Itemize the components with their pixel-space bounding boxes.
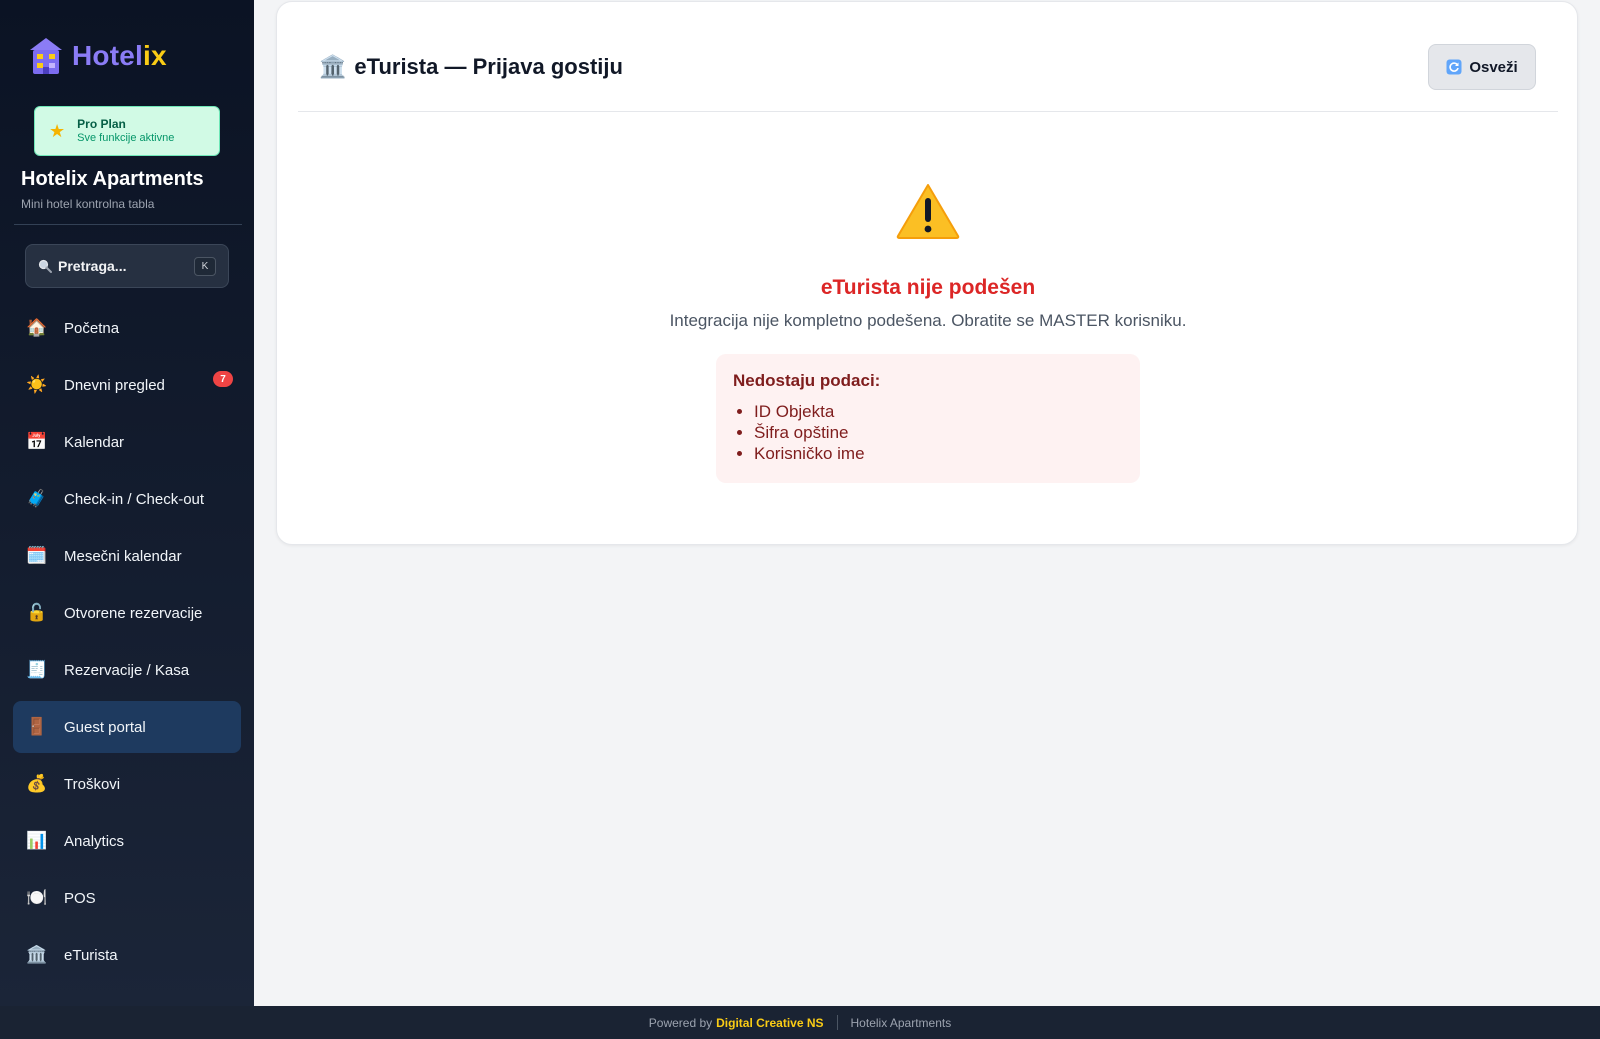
sidebar-item-kalendar[interactable]: 📅 Kalendar [13,416,241,468]
sun-icon: ☀️ [26,375,48,394]
sidebar-item-label: Check-in / Check-out [64,490,205,508]
sidebar-item-dnevni-pregled[interactable]: ☀️ Dnevni pregled [13,359,241,411]
classical-building-icon: 🏛️ [319,54,347,79]
refresh-label: Osveži [1469,58,1518,76]
door-icon: 🚪 [26,717,48,736]
calendar-icon: 📅 [26,432,48,451]
footer-company-link[interactable]: Digital Creative NS [716,1016,823,1030]
sidebar-item-mesecni-kalendar[interactable]: 🗓️ Mesečni kalendar [13,530,241,582]
sidebar-item-label: eTurista [64,946,118,964]
plan-card[interactable]: ★ Pro Plan Sve funkcije aktivne [34,106,220,156]
list-item: Korisničko ime [754,443,1140,464]
error-description: Integracija nije kompletno podešena. Obr… [669,311,1187,330]
sidebar-item-pos[interactable]: 🍽️ POS [13,872,241,924]
sidebar-item-label: Analytics [64,832,125,850]
error-title: eTurista nije podešen [820,276,1036,299]
notification-badge: 7 [213,371,233,387]
sidebar-item-otvorene-rezervacije[interactable]: 🔓 Otvorene rezervacije [13,587,241,639]
sidebar-item-pocetna[interactable]: 🏠 Početna [13,302,241,354]
main-card: 🏛️ eTurista — Prijava gostiju Osveži eTu… [276,1,1578,545]
warning-icon [896,184,960,239]
unlock-icon: 🔓 [26,603,48,622]
refresh-button[interactable]: Osveži [1428,44,1536,90]
sidebar-item-label: Otvorene rezervacije [64,604,203,622]
header-divider [298,111,1558,112]
sidebar-divider [14,224,242,225]
refresh-icon [1446,59,1462,75]
sidebar-item-rezervacije-kasa[interactable]: 🧾 Rezervacije / Kasa [13,644,241,696]
search-label: Pretraga... [58,258,127,274]
missing-data-list: ID Objekta Šifra opštine Korisničko ime [733,401,1140,464]
sidebar-nav: 🏠 Početna ☀️ Dnevni pregled 📅 Kalendar 🧳… [13,302,241,986]
footer: Powered by Digital Creative NS Hotelix A… [0,1006,1600,1039]
brand-logo[interactable]: Hotelix [28,36,167,76]
star-icon: ★ [49,120,66,141]
sidebar-item-troskovi[interactable]: 💰 Troškovi [13,758,241,810]
sidebar: Hotelix ★ Pro Plan Sve funkcije aktivne … [0,0,254,1006]
sidebar-item-label: POS [64,889,96,907]
sidebar-item-label: Dnevni pregled [64,376,165,394]
sidebar-item-label: Mesečni kalendar [64,547,182,565]
sidebar-item-analytics[interactable]: 📊 Analytics [13,815,241,867]
footer-app-name: Hotelix Apartments [850,1015,952,1030]
bar-chart-icon: 📊 [26,831,48,850]
sidebar-item-label: Troškovi [64,775,121,793]
page-title-text: eTurista — Prijava gostiju [354,54,623,79]
classical-building-icon: 🏛️ [26,945,48,964]
footer-powered-by: Powered by [648,1015,713,1030]
page-title: 🏛️ eTurista — Prijava gostiju [319,54,623,80]
search-button[interactable]: Pretraga... K [25,244,229,288]
sidebar-item-check-in-check-out[interactable]: 🧳 Check-in / Check-out [13,473,241,525]
hotel-subtitle: Mini hotel kontrolna tabla [21,197,155,211]
plan-subtitle: Sve funkcije aktivne [77,132,175,144]
sidebar-item-eturista[interactable]: 🏛️ eTurista [13,929,241,981]
sidebar-item-guest-portal[interactable]: 🚪 Guest portal [13,701,241,753]
hotel-building-icon [30,38,62,74]
spiral-calendar-icon: 🗓️ [26,546,48,565]
house-icon: 🏠 [26,318,48,337]
plan-text: Pro Plan Sve funkcije aktivne [77,117,174,145]
brand-name: Hotelix [72,40,167,71]
list-item: ID Objekta [754,401,1140,422]
plate-icon: 🍽️ [26,888,48,907]
sidebar-item-label: Guest portal [64,718,146,736]
list-item: Šifra opštine [754,422,1140,443]
footer-divider [836,1015,838,1030]
search-shortcut-key: K [194,257,216,276]
missing-data-box: Nedostaju podaci: ID Objekta Šifra opšti… [716,354,1140,483]
plan-title: Pro Plan [77,117,126,131]
money-bag-icon: 💰 [26,774,48,793]
sidebar-item-label: Rezervacije / Kasa [64,661,190,679]
luggage-icon: 🧳 [26,489,48,508]
missing-data-title: Nedostaju podaci: [733,371,881,390]
receipt-icon: 🧾 [26,660,48,679]
hotel-name: Hotelix Apartments [21,168,204,190]
sidebar-item-label: Početna [64,319,120,337]
sidebar-item-label: Kalendar [64,433,125,451]
search-icon [38,259,52,273]
